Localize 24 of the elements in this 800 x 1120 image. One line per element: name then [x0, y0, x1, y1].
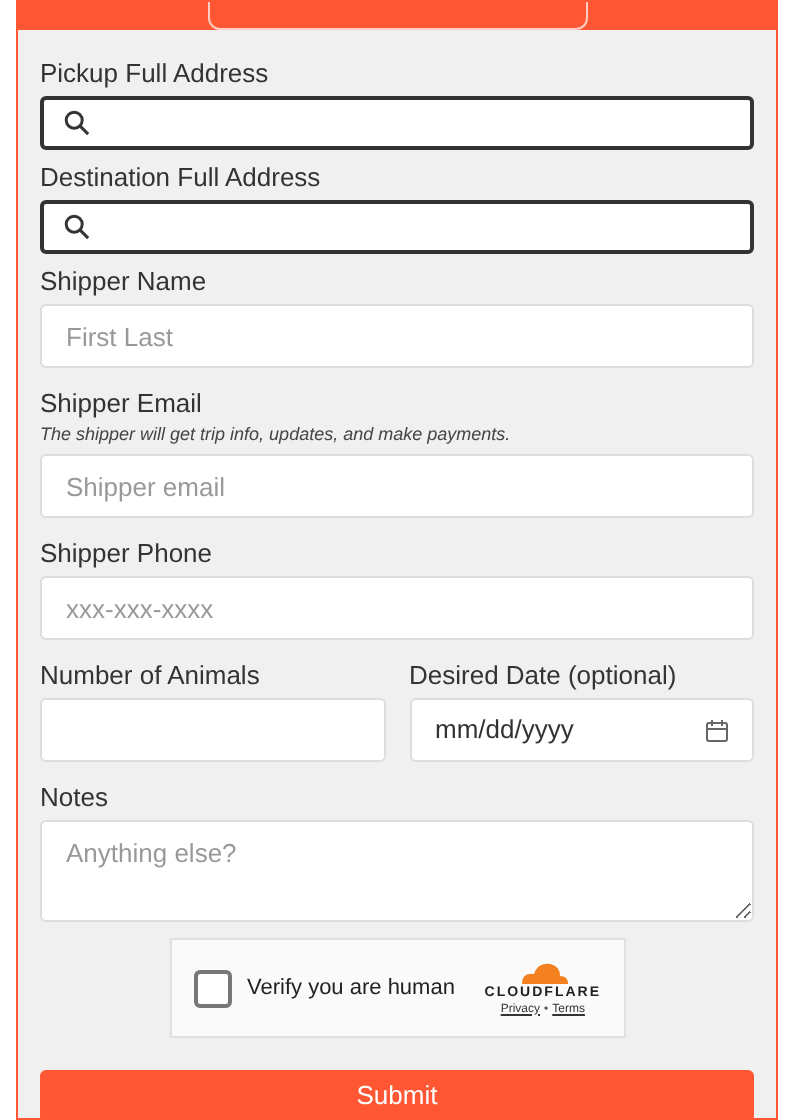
date-field[interactable]: mm/dd/yyyy: [409, 698, 754, 762]
search-icon: [64, 214, 90, 240]
input-field[interactable]: xxx-xxx-xxxx: [40, 576, 754, 640]
input-field[interactable]: [40, 698, 385, 762]
search-field[interactable]: [40, 200, 754, 254]
field-label: Pickup Full Address: [40, 58, 271, 90]
input-field[interactable]: Shipper email: [40, 454, 754, 518]
field-label: Notes: [40, 782, 110, 814]
header-button[interactable]: [207, 2, 587, 30]
checkbox[interactable]: [193, 969, 231, 1007]
date-placeholder: mm/dd/yyyy: [435, 712, 574, 749]
field-label: Desired Date (optional): [409, 660, 679, 692]
field-label: Shipper Phone: [40, 538, 215, 570]
search-icon: [64, 110, 90, 136]
field-hint: The shipper will get trip info, updates, and make payments.: [40, 422, 513, 446]
input-field[interactable]: First Last: [40, 304, 754, 368]
calendar-icon: [706, 719, 728, 741]
field-label: Shipper Name: [40, 266, 209, 298]
field-label: Shipper Email: [40, 388, 204, 420]
field-label: Number of Animals: [40, 660, 262, 692]
search-field[interactable]: [40, 96, 754, 150]
field-label: Destination Full Address: [40, 162, 323, 194]
notes-field[interactable]: Anything else?: [40, 820, 754, 922]
captcha-label: Verify you are human: [247, 973, 457, 1004]
